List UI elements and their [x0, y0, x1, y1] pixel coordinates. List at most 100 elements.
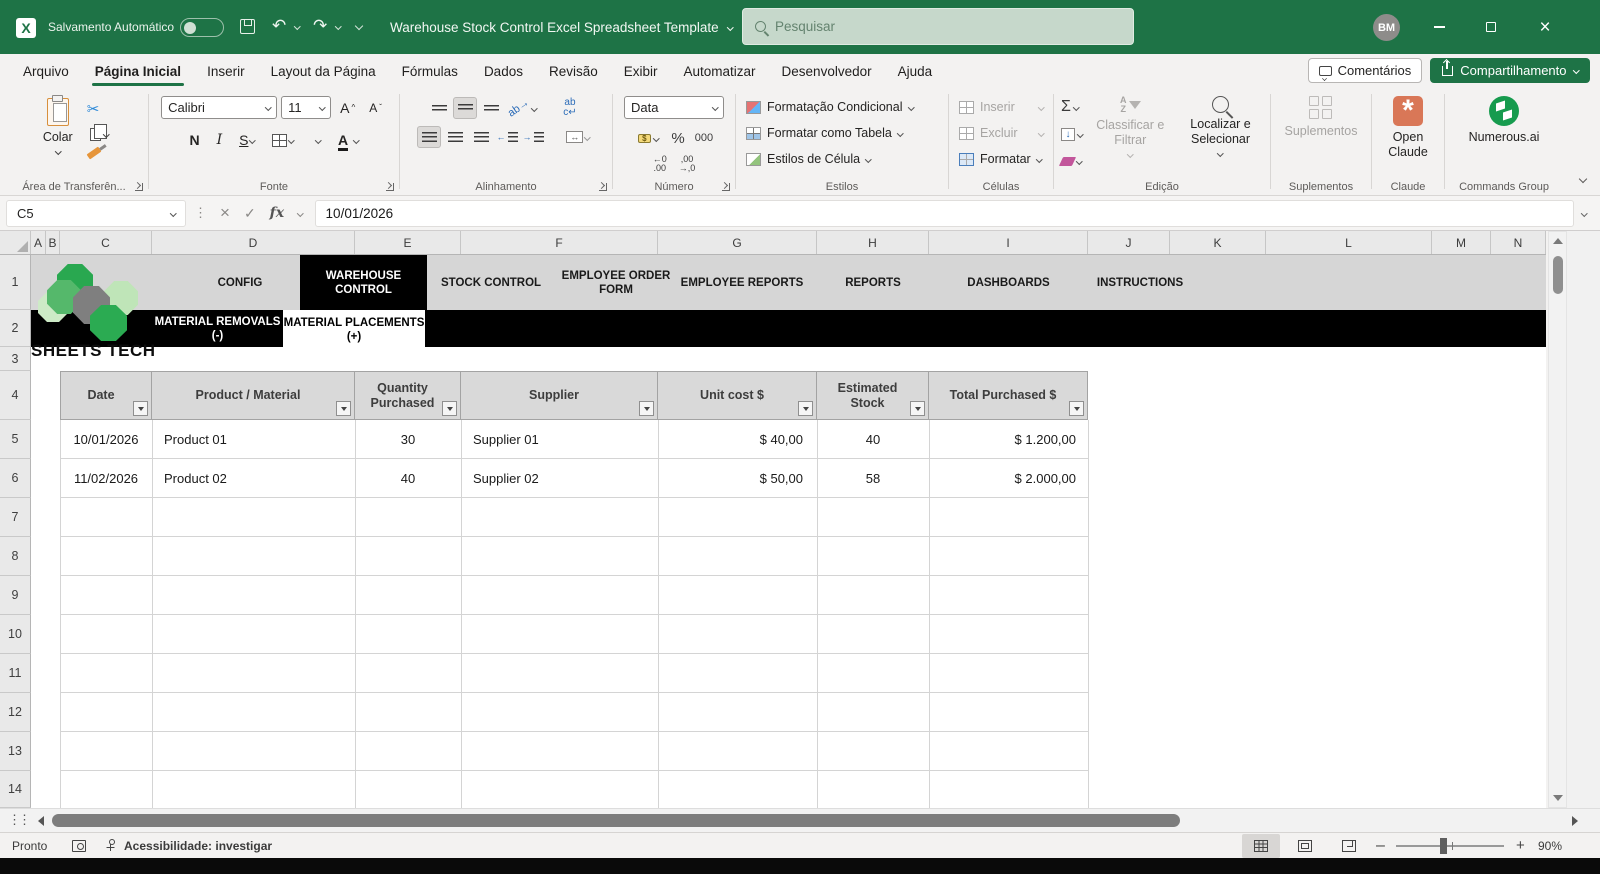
minimize-button[interactable] [1416, 0, 1462, 54]
cell-total-purchased[interactable]: $ 2.000,00 [929, 471, 1088, 486]
row-header-3[interactable]: 3 [0, 347, 31, 371]
scroll-up-icon[interactable] [1552, 238, 1563, 244]
avatar[interactable]: BM [1373, 14, 1400, 41]
quick-access-chevron[interactable] [354, 21, 364, 31]
zoom-in-button[interactable]: + [1516, 833, 1525, 859]
nav-tab-employee-reports[interactable]: EMPLOYEE REPORTS [677, 255, 807, 310]
insert-cells-button[interactable]: Inserir [953, 94, 1049, 120]
table-header-total-purchased[interactable]: Total Purchased $ [929, 371, 1088, 420]
view-page-break-button[interactable] [1330, 833, 1368, 859]
row-header-1[interactable]: 1 [0, 255, 31, 310]
tab-automatizar[interactable]: Automatizar [671, 54, 769, 88]
row-header-12[interactable]: 12 [0, 693, 31, 732]
expand-formula-bar-chevron[interactable] [1580, 209, 1587, 217]
format-as-table-button[interactable]: Formatar como Tabela [740, 120, 944, 146]
cell-product[interactable]: Product 01 [152, 432, 355, 447]
nav-tab-material-placements[interactable]: MATERIAL PLACEMENTS (+) [283, 310, 425, 349]
table-header-product[interactable]: Product / Material [152, 371, 355, 420]
align-center-button[interactable] [443, 126, 467, 148]
align-middle-button[interactable] [453, 97, 477, 119]
table-header-date[interactable]: Date [60, 371, 152, 420]
undo-chevron[interactable] [294, 23, 301, 30]
increase-font-button[interactable]: A ^ [335, 97, 360, 119]
horizontal-scrollbar[interactable]: ⋮⋮ [0, 808, 1600, 832]
filter-dropdown-icon[interactable] [442, 401, 457, 416]
tab-pagina-inicial[interactable]: Página Inicial [82, 54, 194, 88]
decrease-font-button[interactable]: Aˇ [364, 97, 387, 119]
decrease-decimal-button[interactable]: ,00 →,0 [679, 155, 696, 173]
table-header-supplier[interactable]: Supplier [461, 371, 658, 420]
align-top-button[interactable] [427, 97, 451, 119]
filter-dropdown-icon[interactable] [910, 401, 925, 416]
format-painter-icon[interactable] [86, 146, 102, 160]
redo-icon[interactable]: ↷ [313, 16, 327, 36]
nav-tab-warehouse-control[interactable]: WAREHOUSE CONTROL [300, 255, 427, 310]
column-header-n[interactable]: N [1491, 231, 1546, 254]
tab-desenvolvedor[interactable]: Desenvolvedor [769, 54, 885, 88]
tab-layout-da-pagina[interactable]: Layout da Página [258, 54, 389, 88]
filter-dropdown-icon[interactable] [133, 401, 148, 416]
cancel-icon[interactable]: × [220, 203, 230, 223]
font-name-combo[interactable]: Calibri [161, 96, 278, 119]
wrap-text-button[interactable]: ab c↵ [555, 97, 585, 119]
table-header-estimated-stock[interactable]: Estimated Stock [817, 371, 929, 420]
filter-dropdown-icon[interactable] [639, 401, 654, 416]
zoom-slider[interactable] [1396, 833, 1504, 859]
underline-button[interactable]: S [234, 129, 260, 151]
vertical-scrollbar[interactable] [1548, 231, 1567, 808]
column-header-k[interactable]: K [1170, 231, 1266, 254]
column-header-j[interactable]: J [1088, 231, 1170, 254]
row-header-10[interactable]: 10 [0, 615, 31, 654]
paste-button[interactable]: Colar [37, 95, 79, 156]
save-icon[interactable] [240, 19, 255, 34]
fx-chevron-icon[interactable] [297, 209, 304, 217]
column-header-m[interactable]: M [1432, 231, 1491, 254]
row-header-8[interactable]: 8 [0, 537, 31, 576]
nav-tab-employee-order-form[interactable]: EMPLOYEE ORDER FORM [549, 255, 683, 310]
accessibility-icon[interactable] [104, 833, 117, 859]
bold-button[interactable]: N [184, 129, 204, 151]
dialog-launcher-icon[interactable] [386, 183, 394, 191]
autosum-button[interactable]: Σ [1058, 96, 1086, 118]
cell-estimated-stock[interactable]: 58 [817, 471, 929, 486]
cell-quantity[interactable]: 30 [355, 432, 461, 447]
accounting-format-button[interactable]: $ [635, 127, 662, 149]
vertical-scroll-thumb[interactable] [1552, 256, 1563, 294]
cell-unit-cost[interactable]: $ 40,00 [658, 432, 817, 447]
zoom-level[interactable]: 90% [1538, 833, 1562, 859]
scroll-right-icon[interactable] [1572, 816, 1578, 826]
nav-tab-instructions[interactable]: INSTRUCTIONS [1080, 255, 1200, 310]
insert-function-icon[interactable]: fx [270, 205, 284, 221]
numerous-ai-button[interactable]: Numerous.ai [1463, 94, 1546, 147]
nav-tab-stock-control[interactable]: STOCK CONTROL [427, 255, 555, 310]
nav-tab-material-removals[interactable]: MATERIAL REMOVALS (-) [152, 310, 283, 347]
autosave-toggle[interactable] [180, 18, 224, 37]
accessibility-status[interactable]: Acessibilidade: investigar [124, 833, 272, 859]
find-select-button[interactable]: Localizar e Selecionar [1175, 94, 1266, 158]
borders-button[interactable] [267, 129, 299, 151]
tab-dados[interactable]: Dados [471, 54, 536, 88]
row-header-13[interactable]: 13 [0, 732, 31, 771]
column-header-h[interactable]: H [817, 231, 929, 254]
row-header-9[interactable]: 9 [0, 576, 31, 615]
font-color-button[interactable]: A [333, 129, 364, 151]
comments-button[interactable]: Comentários [1307, 58, 1423, 83]
align-left-button[interactable] [417, 126, 441, 148]
cell-unit-cost[interactable]: $ 50,00 [658, 471, 817, 486]
row-header-2[interactable]: 2 [0, 310, 31, 347]
row-header-4[interactable]: 4 [0, 371, 31, 420]
collapse-ribbon-chevron[interactable] [1578, 169, 1588, 187]
column-header-g[interactable]: G [658, 231, 817, 254]
filter-dropdown-icon[interactable] [1069, 401, 1084, 416]
cell-supplier[interactable]: Supplier 01 [461, 432, 658, 447]
increase-decimal-button[interactable]: ←0.00 [653, 155, 667, 173]
maximize-button[interactable] [1468, 0, 1514, 54]
redo-chevron[interactable] [335, 23, 342, 30]
cell-date[interactable]: 11/02/2026 [60, 471, 152, 486]
clear-button[interactable] [1058, 150, 1086, 172]
document-title[interactable]: Warehouse Stock Control Excel Spreadshee… [390, 0, 734, 54]
dialog-launcher-icon[interactable] [135, 183, 143, 191]
align-bottom-button[interactable] [479, 97, 503, 119]
nav-tab-reports[interactable]: REPORTS [817, 255, 929, 310]
scroll-down-icon[interactable] [1552, 795, 1563, 801]
